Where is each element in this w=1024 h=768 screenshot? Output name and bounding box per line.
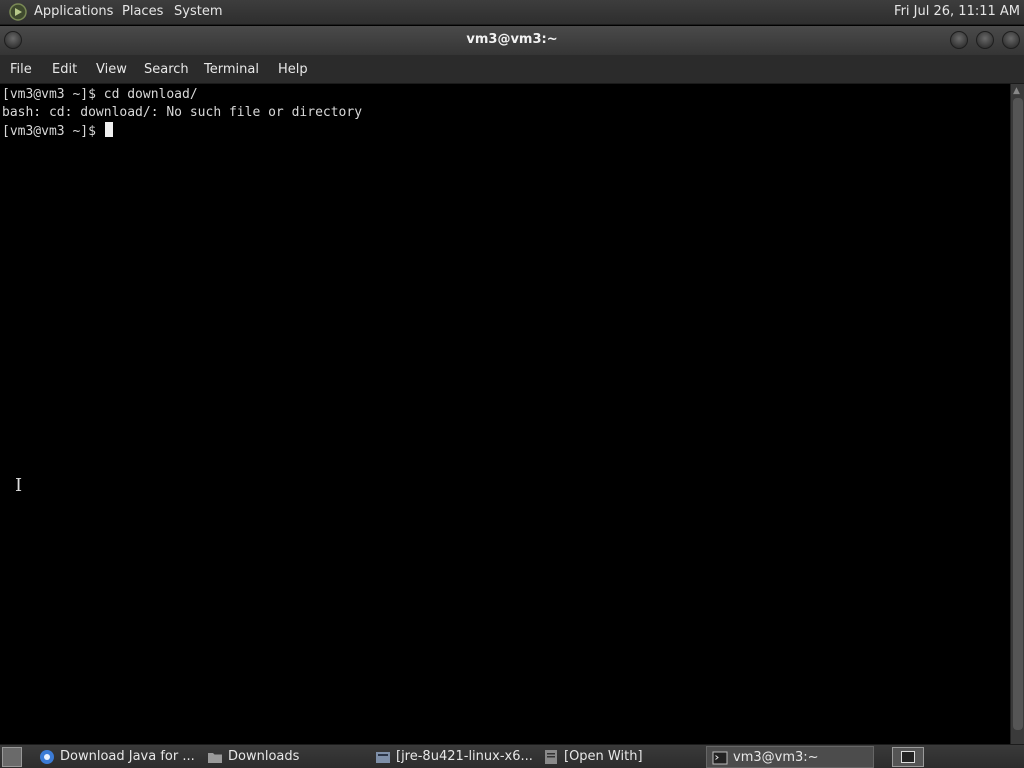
terminal-line: bash: cd: download/: No such file or dir… xyxy=(2,105,363,120)
browser-icon xyxy=(40,750,54,764)
menu-file[interactable]: File xyxy=(10,62,32,77)
top-panel: Applications Places System Fri Jul 26, 1… xyxy=(0,0,1024,25)
archive-icon xyxy=(376,752,390,763)
taskbar-item-terminal[interactable]: vm3@vm3:~ xyxy=(706,746,874,768)
scroll-up-arrow-icon[interactable]: ▲ xyxy=(1013,86,1023,96)
text-cursor xyxy=(104,122,113,137)
terminal-icon xyxy=(712,751,728,765)
clock[interactable]: Fri Jul 26, 11:11 AM xyxy=(894,4,1020,19)
folder-icon xyxy=(208,753,222,763)
menu-help[interactable]: Help xyxy=(278,62,308,77)
taskbar-item-archive[interactable]: [jre-8u421-linux-x6... xyxy=(370,746,536,768)
applications-menu[interactable]: Applications xyxy=(34,4,113,19)
terminal-prompt-line[interactable]: [vm3@vm3 ~]$ xyxy=(2,122,1010,141)
menu-edit[interactable]: Edit xyxy=(52,62,77,77)
show-desktop-icon[interactable] xyxy=(2,747,22,767)
dialog-icon xyxy=(545,750,557,764)
taskbar-item-open-with[interactable]: [Open With] xyxy=(538,746,704,768)
workspace-switcher[interactable] xyxy=(892,747,924,767)
terminal-prompt: [vm3@vm3 ~]$ xyxy=(2,124,104,139)
close-button[interactable] xyxy=(1002,31,1020,49)
menubar: File Edit View Search Terminal Help xyxy=(0,55,1024,84)
taskbar-item-label: Downloads xyxy=(228,749,300,764)
window-titlebar[interactable]: vm3@vm3:~ xyxy=(0,26,1024,55)
minimize-button[interactable] xyxy=(950,31,968,49)
taskbar-item-label: Download Java for ... xyxy=(60,749,195,764)
menu-view[interactable]: View xyxy=(96,62,127,77)
bottom-panel: Download Java for ... Downloads [jre-8u4… xyxy=(0,744,1024,768)
terminal-output[interactable]: [vm3@vm3 ~]$ cd download/bash: cd: downl… xyxy=(0,84,1010,744)
taskbar-item-label: [jre-8u421-linux-x6... xyxy=(396,749,533,764)
menu-terminal[interactable]: Terminal xyxy=(204,62,259,77)
maximize-button[interactable] xyxy=(976,31,994,49)
window-title: vm3@vm3:~ xyxy=(466,32,558,47)
scrollbar-thumb[interactable] xyxy=(1013,98,1023,730)
taskbar-item-label: vm3@vm3:~ xyxy=(733,750,819,765)
menu-search[interactable]: Search xyxy=(144,62,189,77)
workspace-terminal-icon xyxy=(901,751,915,763)
mouse-ibeam-cursor: I xyxy=(15,475,23,496)
taskbar-item-label: [Open With] xyxy=(564,749,643,764)
system-menu[interactable]: System xyxy=(174,4,222,19)
terminal-line: [vm3@vm3 ~]$ cd download/ xyxy=(2,87,198,102)
terminal-scrollbar[interactable]: ▲ xyxy=(1010,84,1024,744)
taskbar-item-downloads[interactable]: Downloads xyxy=(202,746,368,768)
places-menu[interactable]: Places xyxy=(122,4,163,19)
taskbar-item-browser[interactable]: Download Java for ... xyxy=(34,746,200,768)
applications-icon[interactable] xyxy=(8,2,28,22)
